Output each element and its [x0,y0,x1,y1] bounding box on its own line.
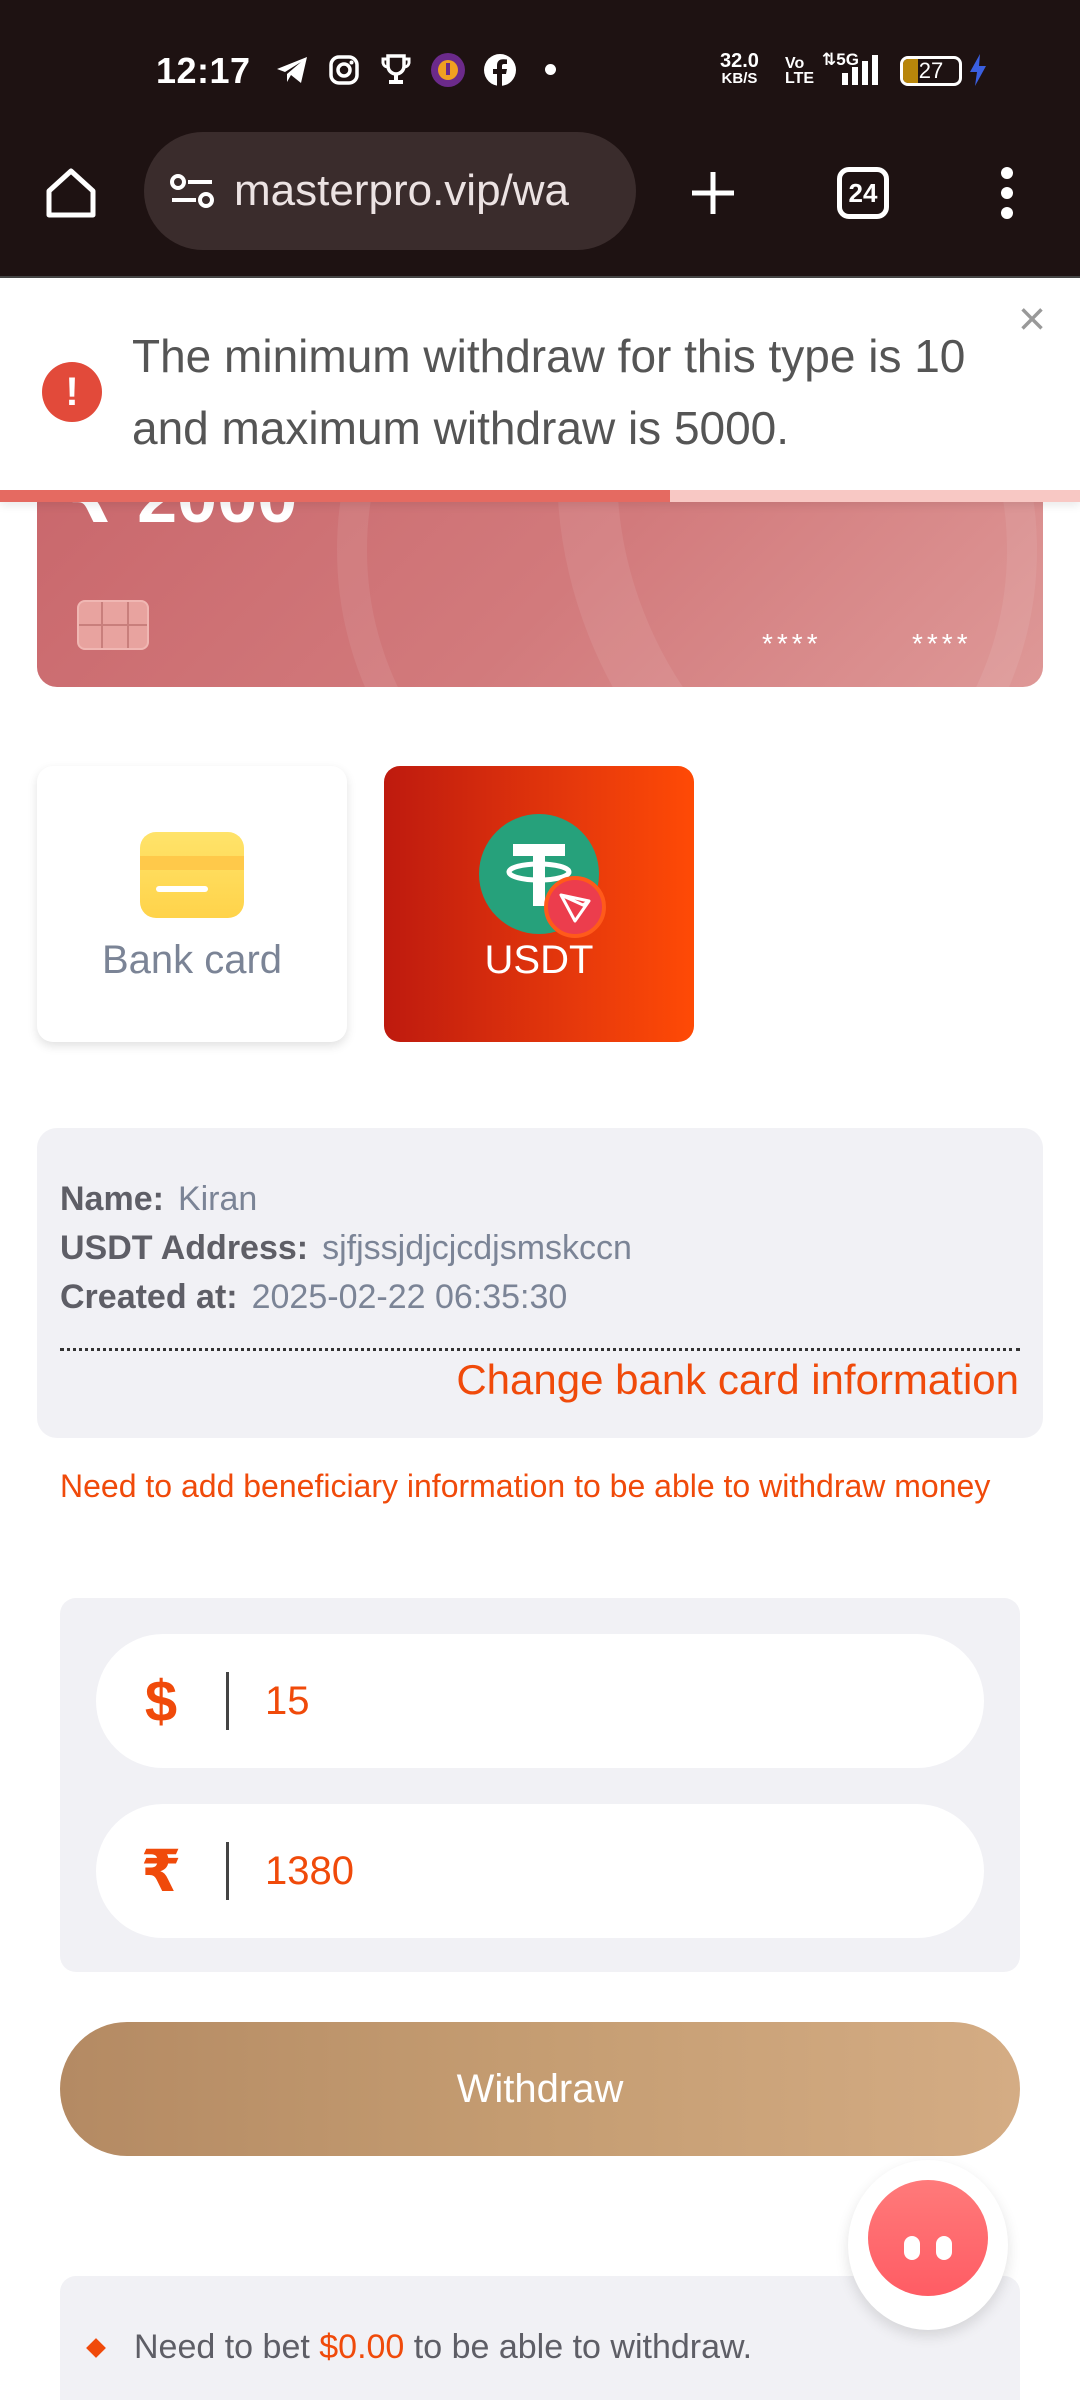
new-tab-button[interactable] [678,158,748,228]
charging-bolt-icon [966,52,990,88]
error-toast: ! The minimum withdraw for this type is … [0,280,1080,502]
app-badge-icon [430,52,466,88]
net-speed: 32.0 KB/S [720,50,759,88]
created-row: Created at: 2025-02-22 06:35:30 [60,1278,567,1317]
battery-indicator: 27 [900,56,962,86]
diamond-bullet-icon [86,2338,106,2358]
browser-toolbar: masterpro.vip/wa 24 [0,130,1080,278]
card-number-masked: **** [762,628,822,659]
battery-level: 27 [918,58,944,83]
bet-amount: $0.00 [319,2328,405,2366]
dollar-icon: $ [144,1668,178,1734]
card-chip-icon [77,600,149,650]
address-bar[interactable]: masterpro.vip/wa [144,132,636,250]
battery-fill [903,59,919,83]
address-label: USDT Address: [60,1229,309,1267]
rupee-icon: ₹ [140,1839,182,1904]
field-separator [226,1842,229,1900]
toast-message: The minimum withdraw for this type is 10… [132,330,966,454]
method-usdt[interactable]: USDT [384,766,694,1042]
signal-icon [840,52,880,88]
usd-amount-field[interactable]: $ [96,1634,984,1768]
tab-switcher-button[interactable]: 24 [828,158,898,228]
name-row: Name: Kiran [60,1180,257,1219]
inr-amount-field[interactable]: ₹ [96,1804,984,1938]
beneficiary-warning: Need to add beneficiary information to b… [60,1468,991,1504]
beneficiary-info: Name: Kiran USDT Address: sjfjssjdjcjcdjsm… [37,1128,1043,1438]
tab-count: 24 [837,167,889,219]
menu-button[interactable] [972,158,1042,228]
method-label: USDT [484,938,594,982]
instagram-icon [326,52,362,88]
notification-dot [545,64,556,75]
method-bank-card[interactable]: Bank card [37,766,347,1042]
chat-eye [936,2236,952,2260]
plus-icon [692,172,734,214]
facebook-icon [482,52,518,88]
chat-eye [904,2236,920,2260]
toast-timer-fill [0,490,670,502]
volte-line1: Vo [785,55,805,72]
telegram-icon [274,52,310,88]
toast-close-button[interactable]: × [1012,296,1052,344]
withdraw-button[interactable]: Withdraw [60,2022,1020,2156]
error-icon: ! [42,362,102,422]
card-number-masked: **** [912,628,972,659]
inr-amount-input[interactable] [265,1848,865,1894]
home-icon [46,168,96,218]
created-label: Created at: [60,1278,238,1316]
method-label: Bank card [101,938,283,982]
name-value: Kiran [177,1180,258,1218]
chat-bubble-icon [868,2180,988,2296]
url-text: masterpro.vip/wa [234,166,570,215]
status-bar: 12:17 32.0 KB/S Vo LTE ⇅5G 27 [0,0,1080,130]
bet-prefix: Need to bet [134,2328,310,2366]
bank-card-icon [140,832,244,918]
volte-line2: LTE [785,70,815,87]
name-label: Name: [60,1180,164,1218]
address-value: sjfjssjdjcjcdjsmskccn [322,1229,632,1267]
bet-suffix: to be able to withdraw. [413,2328,753,2366]
amount-panel: $ ₹ [60,1598,1020,1972]
toast-timer-bar [0,490,1080,502]
net-speed-value: 32.0 [720,50,759,72]
home-button[interactable] [36,158,106,228]
volte-indicator: Vo LTE [785,55,815,87]
site-settings-icon [170,174,214,208]
address-row: USDT Address: sjfjssjdjcjcdjsmskccn [60,1229,632,1268]
field-separator [226,1672,229,1730]
tron-icon [544,876,606,938]
dotted-divider [60,1348,1020,1351]
created-value: 2025-02-22 06:35:30 [251,1278,568,1316]
bet-requirement-text: Need to bet $0.00 to be able to withdraw… [134,2328,752,2367]
chat-support-button[interactable] [848,2160,1008,2330]
kebab-menu-icon [1001,167,1013,219]
usd-amount-input[interactable] [265,1678,865,1724]
trophy-icon [378,52,414,88]
change-bank-info-link[interactable]: Change bank card information [456,1356,1019,1404]
net-speed-unit: KB/S [721,70,758,87]
status-time: 12:17 [156,50,251,91]
